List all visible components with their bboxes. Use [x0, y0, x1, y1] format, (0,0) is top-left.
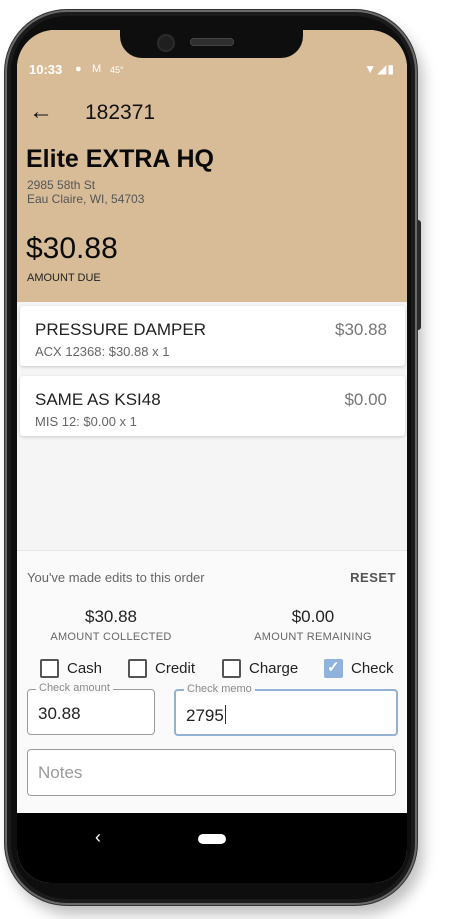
amount-collected-label: AMOUNT COLLECTED: [50, 631, 172, 643]
amount-remaining-label: AMOUNT REMAINING: [254, 631, 372, 643]
text-cursor: [224, 705, 226, 724]
notes-field[interactable]: Notes: [27, 749, 396, 796]
address-line2: Eau Claire, WI, 54703: [27, 192, 145, 206]
checkbox-box[interactable]: [128, 659, 147, 678]
amount-due-label: AMOUNT DUE: [27, 272, 101, 284]
check-amount-field[interactable]: Check amount 30.88: [27, 682, 155, 735]
android-nav-bar: ‹: [17, 813, 407, 883]
check-memo-label: Check memo: [184, 683, 255, 695]
status-bar: 10:33 ● M 45° ▼◢▮: [17, 60, 407, 82]
messenger-icon: ●: [75, 63, 82, 75]
gmail-icon: M: [92, 63, 102, 75]
edits-message: You've made edits to this order: [27, 570, 205, 585]
amount-collected-value: $30.88: [85, 607, 137, 626]
amount-remaining-value: $0.00: [291, 607, 335, 626]
cash-label: Cash: [67, 660, 103, 677]
line-item-detail: ACX 12368: $30.88 x 1: [35, 344, 170, 359]
line-item-detail: MIS 12: $0.00 x 1: [35, 414, 137, 429]
charge-label: Charge: [249, 660, 299, 677]
camera-icon: [159, 36, 173, 50]
check-memo-value: 2795: [186, 705, 226, 726]
amount-due: $30.88: [26, 232, 118, 265]
notes-placeholder: Notes: [38, 763, 83, 782]
nav-back-icon[interactable]: ‹: [95, 827, 101, 848]
phone-side-button: [417, 220, 421, 330]
status-time: 10:33: [29, 62, 63, 77]
reset-button[interactable]: RESET: [350, 570, 396, 585]
line-item[interactable]: SAME AS KSI48 MIS 12: $0.00 x 1 $0.00: [20, 376, 405, 436]
amount-collected: $30.88 AMOUNT COLLECTED: [36, 607, 186, 643]
status-temperature: 45°: [110, 65, 124, 75]
battery-icon: ▮: [387, 62, 395, 76]
cash-checkbox[interactable]: Cash: [40, 657, 110, 679]
camera-notch: [120, 30, 303, 58]
address-line1: 2985 58th St: [27, 178, 96, 192]
line-item-name: PRESSURE DAMPER: [35, 320, 206, 339]
checkbox-box[interactable]: [324, 658, 343, 678]
line-item[interactable]: PRESSURE DAMPER ACX 12368: $30.88 x 1 $3…: [20, 306, 405, 366]
check-memo-text: 2795: [186, 706, 224, 725]
amount-remaining: $0.00 AMOUNT REMAINING: [238, 607, 388, 643]
credit-label: Credit: [155, 660, 196, 677]
wifi-icon: ▼: [364, 62, 378, 76]
store-name: Elite EXTRA HQ: [26, 145, 214, 173]
back-arrow-icon[interactable]: ←: [29, 98, 53, 126]
check-amount-value: 30.88: [38, 704, 81, 723]
checkbox-box[interactable]: [40, 659, 59, 678]
app-screen: 10:33 ● M 45° ▼◢▮ ← 182371 Elite EXTRA H…: [17, 30, 407, 883]
credit-checkbox[interactable]: Credit: [128, 657, 203, 679]
check-memo-field[interactable]: Check memo 2795: [174, 683, 398, 736]
signal-icon: ◢: [377, 62, 388, 76]
nav-home-icon[interactable]: [198, 834, 226, 844]
order-header: 10:33 ● M 45° ▼◢▮ ← 182371 Elite EXTRA H…: [17, 30, 407, 302]
charge-checkbox[interactable]: Charge: [222, 657, 307, 679]
check-checkbox[interactable]: Check: [324, 657, 399, 679]
payment-panel: You've made edits to this order RESET $3…: [17, 550, 407, 814]
checkbox-box[interactable]: [222, 659, 241, 678]
line-item-price: $30.88: [335, 320, 387, 339]
check-amount-label: Check amount: [36, 682, 113, 694]
check-label: Check: [351, 660, 394, 677]
line-item-name: SAME AS KSI48: [35, 390, 161, 409]
status-right-icons: ▼◢▮: [364, 62, 395, 76]
line-item-price: $0.00: [344, 390, 387, 409]
order-number: 182371: [85, 101, 156, 124]
speaker-grill: [190, 38, 234, 46]
